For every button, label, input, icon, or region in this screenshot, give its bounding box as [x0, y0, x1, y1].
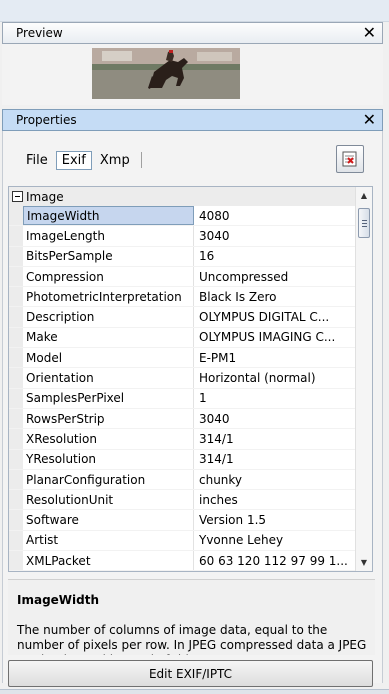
property-row[interactable]: PlanarConfiguration chunky [9, 469, 356, 491]
property-row[interactable]: YResolution 314/1 [9, 449, 356, 470]
property-value: 314/1 [199, 431, 234, 446]
export-report-icon [342, 151, 357, 167]
property-name: ResolutionUnit [23, 490, 194, 510]
property-grid: Image ImageWidth 4080 ImageLength 3040 Bit… [8, 186, 373, 572]
window-top-strip [0, 0, 389, 22]
property-row[interactable]: BitsPerSample 16 [9, 246, 356, 267]
property-value: 3040 [199, 411, 230, 426]
property-name: Orientation [23, 368, 194, 388]
property-row[interactable]: XResolution 314/1 [9, 429, 356, 450]
description-title: ImageWidth [17, 593, 100, 607]
property-name: Software [23, 510, 194, 530]
property-name: BitsPerSample [23, 246, 194, 266]
property-value: 16 [199, 249, 215, 264]
grid-vertical-scrollbar[interactable]: ▲ ▼ [355, 187, 372, 571]
edit-exif-iptc-button[interactable]: Edit EXIF/IPTC [8, 660, 373, 687]
property-value: Horizontal (normal) [199, 371, 316, 386]
property-value: OLYMPUS DIGITAL C... [199, 310, 330, 325]
property-name: SamplesPerPixel [23, 388, 194, 408]
property-name: PhotometricInterpretation [23, 287, 194, 307]
property-row[interactable]: Compression Uncompressed [9, 266, 356, 288]
property-name: ImageWidth [23, 206, 194, 226]
property-row[interactable]: ImageWidth 4080 [9, 206, 356, 227]
property-row[interactable]: Orientation Horizontal (normal) [9, 368, 356, 389]
property-value: 4080 [199, 208, 230, 223]
collapse-toggle-icon[interactable] [12, 191, 23, 202]
properties-close-icon[interactable]: ✕ [363, 111, 376, 129]
property-value: 314/1 [199, 452, 234, 467]
property-row[interactable]: Software Version 1.5 [9, 510, 356, 531]
property-value: OLYMPUS IMAGING C... [199, 330, 336, 345]
property-row[interactable]: ResolutionUnit inches [9, 490, 356, 511]
property-row[interactable]: SamplesPerPixel 1 [9, 388, 356, 409]
property-row[interactable]: Make OLYMPUS IMAGING C... [9, 327, 356, 349]
property-row[interactable]: Description OLYMPUS DIGITAL C... [9, 307, 356, 328]
scroll-up-arrow-icon[interactable]: ▲ [356, 187, 372, 204]
preview-title: Preview [16, 26, 63, 40]
description-pane: ImageWidth The number of columns of imag… [8, 579, 375, 655]
export-report-button[interactable] [336, 145, 364, 173]
tab-exif[interactable]: Exif [55, 150, 92, 170]
preview-close-icon[interactable]: ✕ [363, 24, 376, 42]
property-name: PlanarConfiguration [23, 469, 194, 490]
category-image[interactable]: Image [9, 187, 356, 206]
property-value: Version 1.5 [199, 513, 267, 528]
tab-separator [140, 152, 142, 168]
property-rows: ImageWidth 4080 ImageLength 3040 BitsPerSa… [9, 206, 356, 571]
property-name: YResolution [23, 449, 194, 469]
property-row[interactable]: Artist Yvonne Lehey [9, 530, 356, 552]
preview-thumbnail [92, 48, 240, 99]
property-name: Make [23, 327, 194, 348]
tab-xmp[interactable]: Xmp [94, 151, 136, 170]
property-value: Black Is Zero [199, 289, 277, 304]
property-name: Compression [23, 266, 194, 287]
property-row[interactable]: Model E-PM1 [9, 348, 356, 369]
property-value: chunky [199, 472, 243, 487]
property-value: 3040 [199, 228, 230, 243]
tab-file[interactable]: File [20, 151, 54, 170]
property-name: RowsPerStrip [23, 408, 194, 429]
property-value: inches [199, 492, 238, 507]
metadata-tabbar: File Exif Xmp [20, 149, 142, 171]
property-name: Description [23, 307, 194, 327]
bottom-status-line [0, 689, 389, 694]
property-name: ImageLength [23, 226, 194, 246]
property-value: Yvonne Lehey [199, 533, 284, 548]
properties-title: Properties [16, 113, 77, 127]
property-row[interactable]: ImageLength 3040 [9, 226, 356, 247]
preview-panel-header[interactable]: Preview ✕ [2, 22, 383, 44]
description-text: The number of columns of image data, equ… [17, 623, 367, 655]
property-row[interactable]: PhotometricInterpretation Black Is Zero [9, 287, 356, 308]
property-name: Artist [23, 530, 194, 551]
properties-panel-header[interactable]: Properties ✕ [2, 109, 383, 131]
property-value: E-PM1 [199, 350, 237, 365]
category-label: Image [26, 189, 64, 204]
property-value: 60 63 120 112 97 99 1... [199, 553, 348, 568]
scroll-down-arrow-icon[interactable]: ▼ [356, 554, 372, 571]
property-name: XResolution [23, 429, 194, 449]
property-name: Model [23, 348, 194, 368]
property-row[interactable]: XMLPacket 60 63 120 112 97 99 1... [9, 551, 356, 571]
property-row[interactable]: RowsPerStrip 3040 [9, 408, 356, 430]
preview-area [2, 44, 383, 105]
property-value: 1 [199, 391, 207, 406]
property-name: XMLPacket [23, 551, 194, 571]
scrollbar-thumb[interactable] [358, 208, 370, 238]
property-value: Uncompressed [199, 269, 289, 284]
